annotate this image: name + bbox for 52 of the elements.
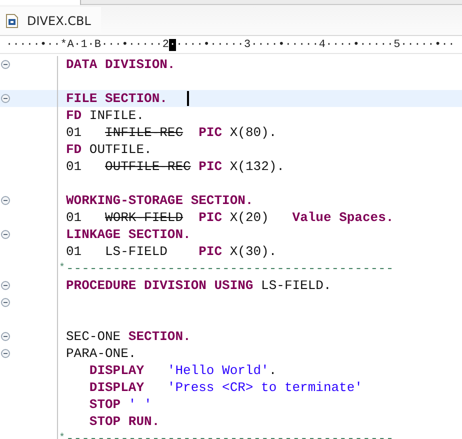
- collapse-icon[interactable]: [1, 298, 10, 307]
- code-keyword: STOP RUN.: [88, 414, 160, 429]
- code-string: 'Hello World': [167, 363, 269, 378]
- code-text: OUTFILE.: [89, 142, 152, 157]
- struck-code-text: INFILE-REC: [105, 125, 184, 140]
- column-ruler: ·····•··*A·1·B···•·····2·····•·····3····•·····4····•·····5·····•··: [6, 38, 455, 52]
- comment-marker: *: [58, 434, 65, 439]
- file-icon: [6, 14, 18, 28]
- code-keyword: DATA DIVISION.: [66, 57, 176, 72]
- code-text: 01: [66, 159, 83, 174]
- code-keyword: WORKING-STORAGE SECTION.: [66, 193, 254, 208]
- code-keyword: PIC: [198, 244, 224, 259]
- code-keyword: DISPLAY: [88, 363, 146, 378]
- collapse-icon[interactable]: [1, 230, 10, 239]
- struck-code-text: WORK-FIELD: [105, 210, 184, 225]
- code-text: 01: [66, 210, 83, 225]
- code-keyword: PIC: [198, 210, 224, 225]
- collapse-icon[interactable]: [1, 60, 10, 69]
- code-text: 01: [66, 125, 83, 140]
- collapse-icon[interactable]: [1, 281, 10, 290]
- code-keyword: PROCEDURE DIVISION USING: [66, 278, 254, 293]
- comment-line: ------------------------------------------: [66, 261, 394, 276]
- collapse-icon[interactable]: [1, 196, 10, 205]
- struck-code-text: OUTFILE-REC: [105, 159, 191, 174]
- code-text: X(132).: [230, 159, 284, 174]
- code-keyword: SECTION.: [128, 329, 191, 344]
- code-keyword: FD: [66, 108, 83, 123]
- code-text: X(20): [230, 210, 270, 225]
- code-text: PARA-ONE.: [66, 346, 136, 361]
- code-string: ' ': [128, 397, 152, 412]
- code-text: SEC-ONE: [66, 329, 122, 344]
- collapse-icon[interactable]: [1, 349, 10, 358]
- text-cursor: [187, 91, 190, 106]
- code-text: .: [268, 363, 277, 378]
- code-keyword: FILE SECTION.: [66, 91, 168, 106]
- code-keyword: PIC: [198, 159, 224, 174]
- code-keyword: LINKAGE SECTION.: [66, 227, 191, 242]
- collapse-icon[interactable]: [1, 94, 10, 103]
- code-text: X(30).: [230, 244, 277, 259]
- code-text: X(80).: [230, 125, 277, 140]
- code-text: INFILE.: [89, 108, 144, 123]
- code-keyword: PIC: [198, 125, 224, 140]
- code-keyword: DISPLAY: [88, 380, 146, 395]
- comment-line: ------------------------------------------: [66, 431, 394, 439]
- code-text: LS-FIELD.: [261, 278, 332, 293]
- comment-marker: *: [58, 264, 65, 274]
- code-keyword: Value Spaces.: [292, 210, 394, 225]
- code-string: 'Press <CR> to terminate': [167, 380, 362, 395]
- code-keyword: FD: [66, 142, 83, 157]
- code-text: 01 LS-FIELD: [66, 244, 168, 259]
- code-keyword: STOP: [88, 397, 122, 412]
- collapse-icon[interactable]: [1, 332, 10, 341]
